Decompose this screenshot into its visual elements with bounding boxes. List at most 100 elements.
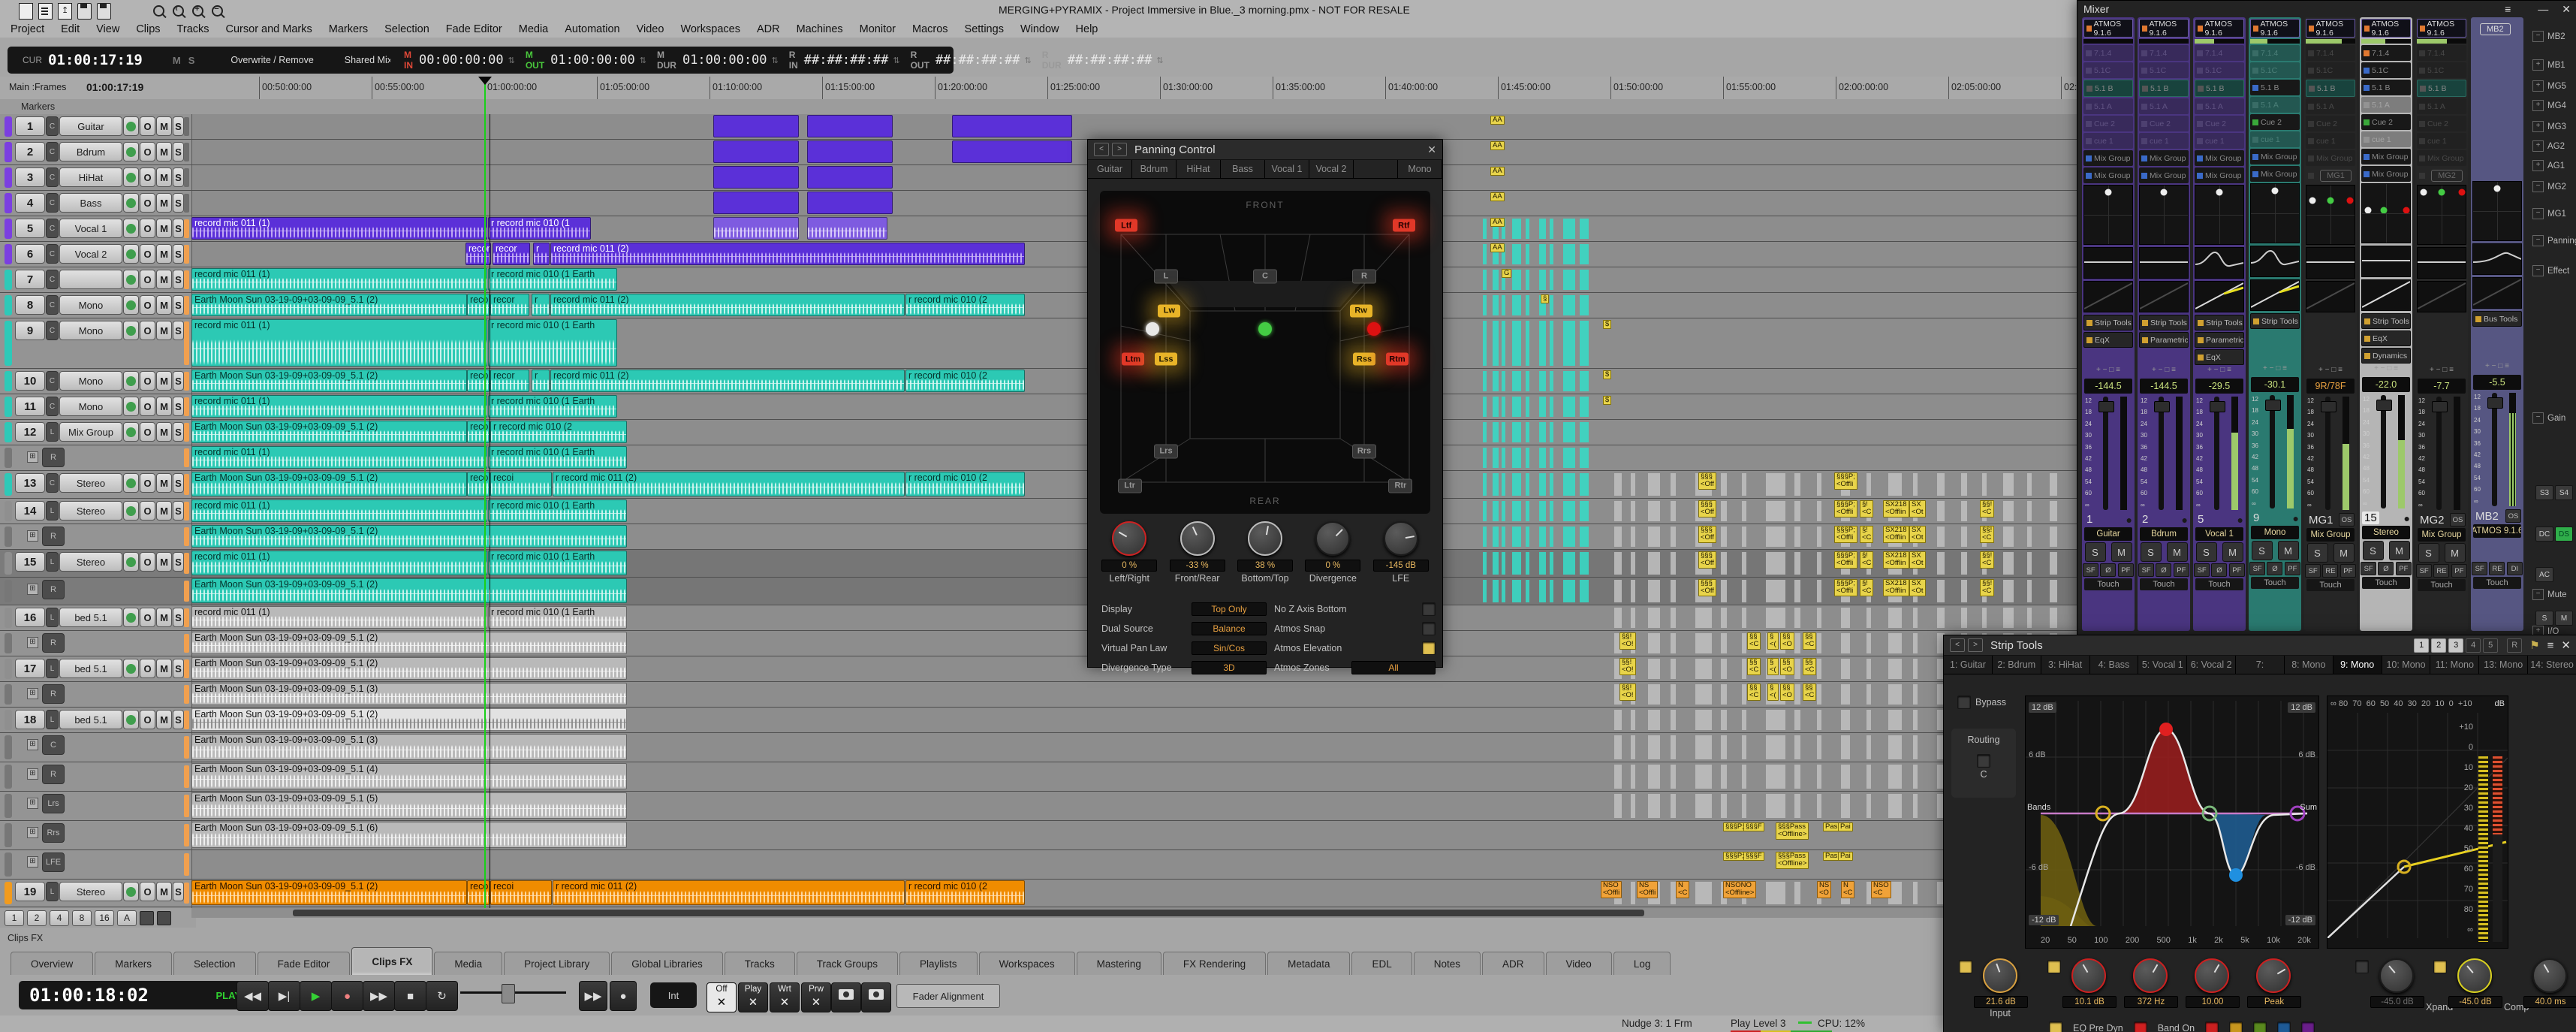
track-name[interactable]: HiHat xyxy=(59,167,122,187)
mute-flag[interactable]: M xyxy=(173,55,181,66)
tab-mastering[interactable]: Mastering xyxy=(1077,952,1161,975)
track-mode-button[interactable]: L xyxy=(46,501,59,521)
strip-eq-thumbnail[interactable] xyxy=(2195,247,2244,279)
audio-clip[interactable]: recor xyxy=(493,243,530,265)
tab-playlists[interactable]: Playlists xyxy=(899,952,978,975)
strip-gain-value[interactable]: -30.1 xyxy=(2251,377,2299,392)
strip-name[interactable]: ATMOS 9.1.6 xyxy=(2473,524,2521,538)
tab-fx-rendering[interactable]: FX Rendering xyxy=(1163,952,1266,975)
audio-clip[interactable]: recor xyxy=(490,294,529,316)
automation-chip[interactable]: $ xyxy=(1603,396,1611,405)
st-bank-2[interactable]: 2 xyxy=(2431,638,2446,653)
record-arm-button[interactable] xyxy=(123,142,139,161)
automation-chip[interactable]: G xyxy=(1502,269,1511,278)
track-name[interactable]: Stereo xyxy=(59,501,122,521)
tab-selection[interactable]: Selection xyxy=(173,952,256,975)
fx-parametric-eq[interactable]: Parametric Eq xyxy=(2139,332,2189,348)
touch-button[interactable]: Touch xyxy=(2418,579,2466,591)
automation-chip[interactable]: §§! <C xyxy=(1980,500,1994,518)
track-mode-button[interactable]: C xyxy=(46,116,59,136)
automation-off-button[interactable]: Off🗙 xyxy=(707,982,737,1012)
expand-icon[interactable]: ⊞ xyxy=(27,584,38,595)
ghost-bus-chip[interactable]: MB2 xyxy=(2480,23,2511,35)
spinner-icon[interactable]: ⇅ xyxy=(772,56,779,65)
strip-btn-ø[interactable]: Ø xyxy=(2267,562,2282,575)
st-tab-13-Mono[interactable]: 13: Mono xyxy=(2479,656,2528,674)
spinner-icon[interactable]: ⇅ xyxy=(640,56,646,65)
bus-row-cue1[interactable]: cue 1 xyxy=(2306,133,2355,149)
track-number[interactable]: 11 xyxy=(15,397,45,416)
bus-row-5.1C[interactable]: 5.1C xyxy=(2306,62,2355,78)
st-tab-14-Stereo[interactable]: 14: Stereo xyxy=(2528,656,2576,674)
audio-clip[interactable]: Earth Moon Sun 03-19-09+03-09-09_5.1 (2) xyxy=(191,880,467,905)
menu-fade-editor[interactable]: Fade Editor xyxy=(446,23,502,35)
bus-row-MixGroup[interactable]: Mix Group xyxy=(2250,149,2300,164)
strip-number[interactable]: 5 xyxy=(2195,513,2206,526)
automation-chip[interactable]: §§§ <Off xyxy=(1698,472,1716,490)
output-button[interactable]: O xyxy=(140,422,155,442)
os-button[interactable]: OS xyxy=(2505,509,2521,523)
solo-button[interactable]: S xyxy=(173,608,184,627)
strip-name[interactable]: Mono xyxy=(2251,526,2299,539)
track-number[interactable]: 15 xyxy=(15,552,45,572)
automation-chip[interactable]: NSO <C xyxy=(1871,881,1891,898)
automation-chip[interactable]: Pai xyxy=(1838,822,1853,831)
tab-track-groups[interactable]: Track Groups xyxy=(797,952,898,975)
bus-row-MixGroup[interactable]: Mix Group xyxy=(2417,150,2466,166)
subtrack-mode-button[interactable]: R xyxy=(42,633,65,653)
solo-button[interactable]: S xyxy=(173,116,184,136)
fx-strip-tools[interactable]: Strip Tools xyxy=(2195,315,2244,330)
track-mode-button[interactable]: L xyxy=(46,659,59,678)
bus-row-MixGroup[interactable]: Mix Group xyxy=(2195,167,2244,183)
clip-block[interactable] xyxy=(713,166,799,189)
bus-header[interactable]: ATMOS 9.1.6 xyxy=(2083,19,2133,38)
automation-chip[interactable]: N <C xyxy=(1841,881,1854,898)
clip-block[interactable] xyxy=(807,192,893,214)
solo-button[interactable]: S xyxy=(173,193,184,213)
bus-row-Cue2[interactable]: Cue 2 xyxy=(2361,114,2411,130)
strip-mute-button[interactable]: M xyxy=(2111,542,2132,562)
edit-mode[interactable]: Overwrite / Remove xyxy=(230,55,313,65)
touch-button[interactable]: Touch xyxy=(2251,577,2299,589)
sidebar-mb2[interactable]: −MB2 xyxy=(2532,31,2565,42)
output-button[interactable]: O xyxy=(140,371,155,391)
strip-btn-pf[interactable]: PF xyxy=(2285,562,2300,575)
audio-clip[interactable]: r record mic 011 (2) xyxy=(553,472,905,496)
bus-header[interactable]: ATMOS 9.1.6 xyxy=(2306,19,2355,38)
audio-clip[interactable]: r record mic 010 (1 Earth xyxy=(488,446,627,469)
strip-eq-thumbnail[interactable] xyxy=(2083,247,2133,279)
strip-btn-ø[interactable]: Ø xyxy=(2156,563,2171,577)
play-level-status[interactable]: Play Level 3 xyxy=(1731,1018,1786,1029)
output-button[interactable]: O xyxy=(140,167,155,187)
solo-button[interactable]: S xyxy=(173,422,184,442)
strip-number[interactable]: 2 xyxy=(2140,513,2150,526)
audio-clip[interactable]: Earth Moon Sun 03-19-09+03-09-09_5.1 (2) xyxy=(191,421,467,443)
automation-chip[interactable]: § xyxy=(1541,294,1549,303)
automation-chip[interactable]: §§ <C xyxy=(1747,658,1761,675)
track-number[interactable]: 17 xyxy=(15,659,45,678)
bus-row-5.1B[interactable]: 5.1 B xyxy=(2361,80,2411,95)
automation-chip[interactable]: §§! <O! xyxy=(1619,632,1636,650)
expand-icon[interactable]: ⊞ xyxy=(27,739,38,750)
strip-btn-sf[interactable]: SF xyxy=(2472,562,2487,575)
zoom-in-icon[interactable]: + xyxy=(191,5,206,20)
automation-chip[interactable]: AA xyxy=(1490,243,1505,252)
record-arm-button[interactable] xyxy=(123,501,139,521)
st-tab-7-[interactable]: 7: xyxy=(2236,656,2285,674)
pan-knob-left-right[interactable] xyxy=(1112,521,1146,556)
st-tab-2-Bdrum[interactable]: 2: Bdrum xyxy=(1993,656,2041,674)
panner-tab-Mono[interactable]: Mono xyxy=(1398,160,1442,178)
stop-button[interactable]: ■ xyxy=(394,981,426,1011)
strip-btn-re[interactable]: RE xyxy=(2433,564,2449,578)
automation-chip[interactable]: §§§Pass <Offline> xyxy=(1776,852,1809,869)
automation-chip[interactable]: N <C xyxy=(1676,881,1689,898)
side-button-m[interactable]: M xyxy=(2555,611,2573,626)
bus-header[interactable]: ATMOS 9.1.6 xyxy=(2195,19,2244,38)
audio-clip[interactable]: record mic 011 (1) xyxy=(191,217,487,240)
output-button[interactable]: O xyxy=(140,397,155,416)
knob[interactable] xyxy=(2071,958,2106,993)
subtrack-mode-button[interactable]: LFE xyxy=(42,852,65,872)
menu-macros[interactable]: Macros xyxy=(912,23,948,35)
bus-row-Cue2[interactable]: Cue 2 xyxy=(2139,116,2189,131)
fx-dynamics[interactable]: Dynamics xyxy=(2361,348,2411,364)
